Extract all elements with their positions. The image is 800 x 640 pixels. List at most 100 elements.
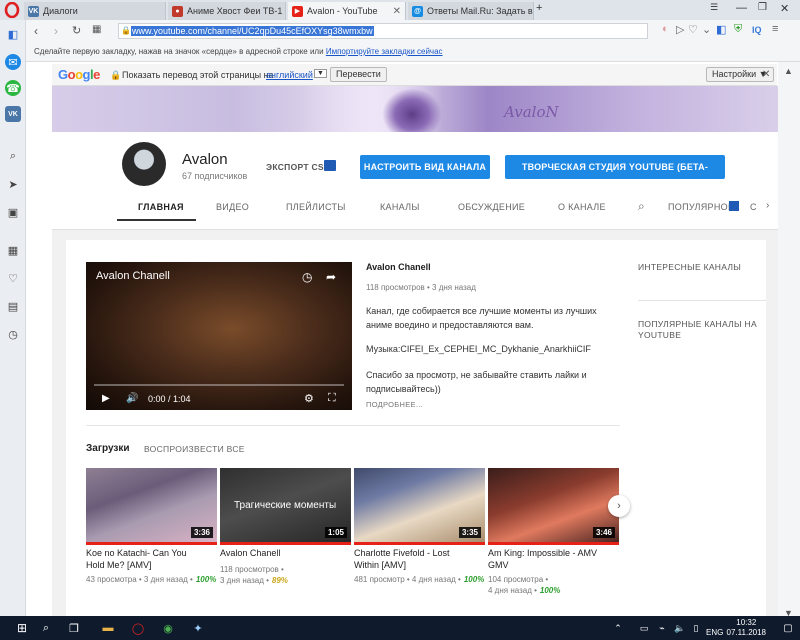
close-translate-icon[interactable]: ✕ (762, 69, 770, 80)
extension-icon[interactable]: ◧ (716, 23, 726, 36)
whatsapp-icon[interactable]: ☎ (5, 80, 21, 96)
play-icon[interactable]: ▶ (102, 393, 110, 404)
page-scrollbar[interactable]: ▲ ▼ (778, 62, 800, 618)
news-icon[interactable]: ▤ (5, 298, 21, 314)
search-icon[interactable]: ⌕ (5, 148, 21, 164)
iq-extension-icon[interactable]: IQ (752, 25, 762, 35)
chrome-taskbar-icon[interactable]: ◉ (160, 620, 176, 636)
url-field[interactable]: 🔒 www.youtube.com/channel/UC2qpDu45cEfOX… (118, 23, 648, 39)
menu-icon[interactable]: ≡ (772, 23, 778, 35)
shelf-next-button[interactable]: › (608, 495, 630, 517)
browser-tab[interactable]: ▶ Avalon - YouTube ✕ (288, 2, 406, 20)
people-icon[interactable]: ⌃ (610, 620, 626, 636)
play-all-link[interactable]: ВОСПРОИЗВЕСТИ ВСЕ (144, 444, 245, 454)
tabs-next-icon[interactable]: › (766, 200, 770, 211)
video-thumbnail[interactable]: Трагические моменты 1:05 (220, 468, 351, 542)
tab-more[interactable]: С (750, 202, 757, 212)
vpn-icon[interactable]: ◐ (662, 23, 669, 35)
channel-search-icon[interactable]: ⌕ (638, 199, 645, 214)
uploads-heading[interactable]: Загрузки (86, 443, 130, 454)
video-thumbnail[interactable]: 3:35 (354, 468, 485, 542)
customize-channel-button[interactable]: НАСТРОИТЬ ВИД КАНАЛА (360, 155, 490, 179)
watch-later-icon[interactable]: ◷ (302, 270, 312, 284)
creator-studio-button[interactable]: ТВОРЧЕСКАЯ СТУДИЯ YOUTUBE (БЕТА-ВЕРСИЯ) (505, 155, 725, 196)
task-view-icon[interactable]: ❐ (66, 620, 82, 636)
featured-video-player[interactable]: Avalon Chanell ◷ ➦ ▶ 🔊 0:00 / 1:04 ⚙ ⛶ (86, 262, 352, 410)
video-thumbnail[interactable]: 3:36 (86, 468, 217, 542)
file-explorer-icon[interactable]: ▬ (100, 620, 116, 636)
import-bookmarks-link[interactable]: Импортируйте закладки сейчас (326, 47, 443, 56)
video-title-line-2[interactable]: GMV (488, 560, 619, 571)
app-taskbar-icon[interactable]: ✦ (190, 620, 206, 636)
settings-gear-icon[interactable]: ⚙ (304, 392, 314, 405)
fullscreen-icon[interactable]: ⛶ (328, 392, 336, 405)
popular-channels-heading-1[interactable]: ПОПУЛЯРНЫЕ КАНАЛЫ НА (638, 319, 757, 330)
translate-button[interactable]: Перевести (330, 67, 387, 82)
channel-avatar[interactable] (122, 142, 166, 186)
send-icon[interactable]: ➤ (5, 176, 21, 192)
taskbar-search-icon[interactable]: ⌕ (38, 620, 54, 636)
language-dropdown-icon[interactable]: ▼ (314, 69, 327, 78)
like-percentage: 100% (539, 586, 561, 595)
camera-icon[interactable]: ▣ (5, 204, 21, 220)
apps-grid-icon[interactable]: ▦ (5, 242, 21, 258)
vk-icon[interactable]: VK (5, 106, 21, 122)
video-title-line-2[interactable]: Hold Me? [AMV] (86, 560, 217, 571)
dropdown-icon[interactable]: ⌄ (702, 23, 711, 36)
tab-channels[interactable]: КАНАЛЫ (380, 202, 420, 212)
tab-playlists[interactable]: ПЛЕЙЛИСТЫ (286, 202, 346, 212)
video-title[interactable]: Charlotte Fivefold - Lost (354, 548, 485, 559)
bookmark-heart-icon[interactable]: ♡ (688, 23, 698, 36)
back-button[interactable]: ‹ (34, 24, 38, 38)
opera-taskbar-icon[interactable]: ◯ (130, 620, 146, 636)
speed-dial-grid-icon[interactable]: ▦ (92, 24, 101, 35)
video-title[interactable]: Koe no Katachi- Can You (86, 548, 217, 559)
tray-icon[interactable]: ▭ (636, 620, 652, 636)
browser-tab[interactable]: @ Ответы Mail.Ru: Задать в (408, 2, 534, 20)
video-title-line-2[interactable]: Within [AMV] (354, 560, 485, 571)
export-csv-icon[interactable] (324, 160, 336, 171)
player-progress-bar[interactable] (94, 384, 344, 386)
popular-channels-heading-2[interactable]: YOUTUBE (638, 330, 681, 341)
reload-icon[interactable]: ↻ (72, 24, 81, 37)
interesting-channels-heading[interactable]: ИНТЕРЕСНЫЕ КАНАЛЫ (638, 262, 741, 273)
tab-about[interactable]: О КАНАЛЕ (558, 202, 606, 212)
tab-home[interactable]: ГЛАВНАЯ (138, 202, 184, 212)
clock[interactable]: 10:32 07.11.2018 (727, 618, 766, 638)
history-icon[interactable]: ◷ (5, 326, 21, 342)
tab-popular[interactable]: ПОПУЛЯРНОЕ (668, 202, 734, 212)
volume-icon[interactable]: 🔊 (126, 393, 138, 404)
battery-icon[interactable]: ▯ (688, 620, 704, 636)
export-csv-link[interactable]: ЭКСПОРТ CSV (266, 162, 330, 172)
tab-menu-icon[interactable]: ☰ (710, 2, 718, 13)
shield-icon[interactable]: ⛨ (734, 23, 742, 36)
maximize-button[interactable]: ❐ (758, 2, 767, 13)
windows-start-icon[interactable]: ⊞ (14, 620, 30, 636)
close-tab-icon[interactable]: ✕ (389, 6, 401, 17)
notifications-icon[interactable]: ▢ (780, 620, 796, 636)
browser-tab[interactable]: ● Аниме Хвост Феи ТВ-1 с (168, 2, 286, 20)
video-title[interactable]: Avalon Chanell (220, 548, 351, 559)
read-more-link[interactable]: ПОДРОБНЕЕ... (366, 400, 423, 409)
tab-videos[interactable]: ВИДЕО (216, 202, 249, 212)
new-tab-button[interactable]: + (536, 2, 542, 14)
tab-discussion[interactable]: ОБСУЖДЕНИЕ (458, 202, 525, 212)
language-select[interactable]: английский (266, 70, 313, 80)
forward-button[interactable]: › (54, 24, 58, 38)
snapshot-icon[interactable]: ▷ (676, 23, 684, 36)
network-icon[interactable]: ⌁ (654, 620, 670, 636)
speed-dial-icon[interactable]: ◧ (5, 26, 21, 42)
opera-logo-icon[interactable] (4, 2, 20, 18)
heart-icon[interactable]: ♡ (5, 270, 21, 286)
scroll-up-icon[interactable]: ▲ (784, 66, 793, 76)
video-thumbnail[interactable]: 3:46 (488, 468, 619, 542)
minimize-button[interactable]: — (736, 2, 747, 14)
browser-tab[interactable]: VK Диалоги (24, 2, 166, 20)
language-indicator[interactable]: ENG (706, 624, 723, 640)
messenger-icon[interactable]: ✉ (5, 54, 21, 70)
close-window-button[interactable]: ✕ (780, 2, 789, 15)
video-title[interactable]: Am King: Impossible - AMV (488, 548, 619, 559)
speaker-icon[interactable]: 🔈 (672, 620, 688, 636)
featured-title[interactable]: Avalon Chanell (366, 262, 431, 272)
share-icon[interactable]: ➦ (326, 270, 336, 284)
